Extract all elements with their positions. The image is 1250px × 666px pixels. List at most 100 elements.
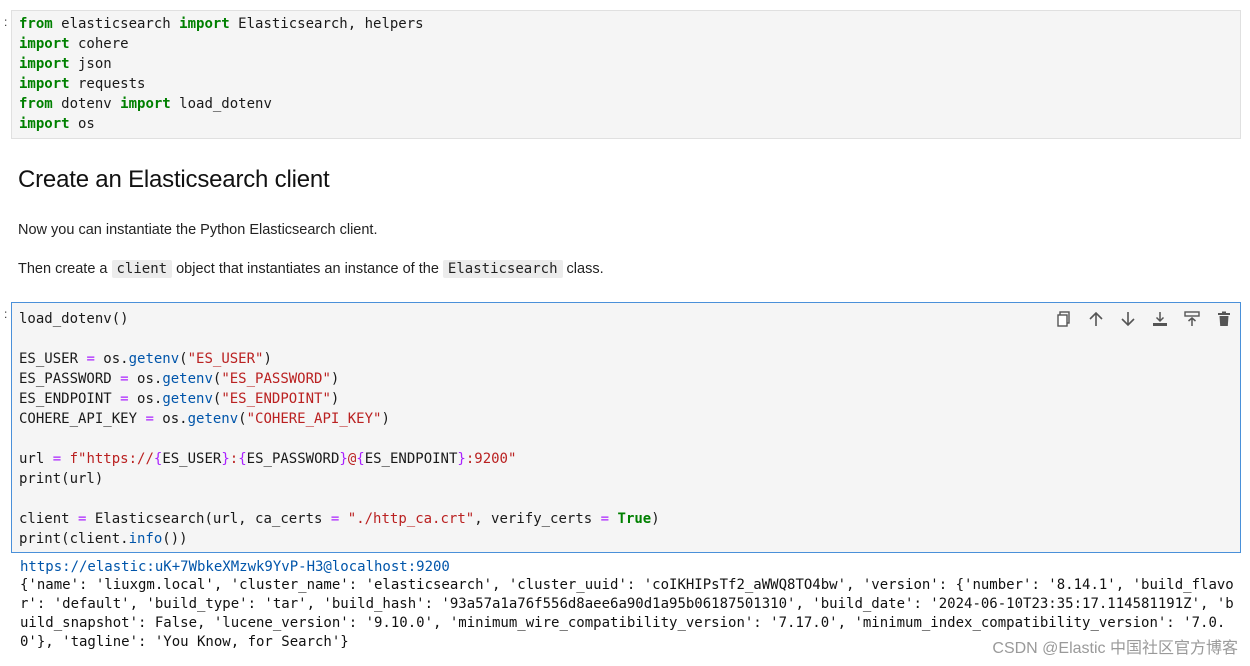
inline-code-client: client	[111, 260, 173, 278]
code-token: getenv	[128, 351, 180, 367]
watermark: CSDN @Elastic 中国社区官方博客	[992, 634, 1238, 658]
code-token: import	[19, 76, 70, 92]
code-token: =	[145, 411, 154, 427]
code-token: =	[120, 391, 129, 407]
code-line: import cohere	[19, 34, 1240, 54]
markdown-heading: Create an Elasticsearch client	[18, 166, 330, 193]
code-token: os	[69, 116, 95, 132]
code-token: print(url)	[19, 471, 104, 487]
code-token: @	[347, 451, 357, 467]
code-cell-imports[interactable]: : from elasticsearch import Elasticsearc…	[4, 10, 1241, 139]
code-token: )	[330, 391, 340, 407]
code-token: ES_USER	[19, 351, 87, 367]
code-line: from elasticsearch import Elasticsearch,…	[19, 14, 1240, 34]
move-down-button[interactable]	[1118, 309, 1138, 329]
code-token: Elasticsearch, helpers	[229, 16, 424, 32]
code-token: "ES_ENDPOINT"	[221, 391, 331, 407]
code-line: ES_USER = os.getenv("ES_USER")	[19, 349, 1240, 369]
code-token: Elasticsearch(url, ca_certs	[86, 511, 331, 527]
code-token: (	[179, 351, 188, 367]
copy-icon	[1057, 311, 1070, 327]
code-line: client = Elasticsearch(url, ca_certs = "…	[19, 509, 1240, 529]
code-token: :9200"	[465, 451, 517, 467]
code-token: =	[600, 511, 610, 527]
code-token: url	[19, 451, 53, 467]
code-token: getenv	[187, 411, 239, 427]
code-line: ES_ENDPOINT = os.getenv("ES_ENDPOINT")	[19, 389, 1240, 409]
code-token: ES_USER	[162, 451, 222, 467]
move-up-button[interactable]	[1086, 309, 1106, 329]
inline-code-elasticsearch: Elasticsearch	[442, 260, 563, 278]
code-token: f"https://	[69, 451, 154, 467]
code-token: }	[339, 451, 348, 467]
code-token: {	[238, 451, 247, 467]
insert-above-icon	[1184, 311, 1200, 326]
paragraph-text: class.	[562, 261, 604, 277]
code-line: from dotenv import load_dotenv	[19, 94, 1240, 114]
paragraph-text: object that instantiates an instance of …	[172, 261, 443, 277]
code-line: import requests	[19, 74, 1240, 94]
code-token: os.	[153, 411, 188, 427]
code-line: print(url)	[19, 469, 1240, 489]
code-token: client	[19, 511, 79, 527]
insert-above-button[interactable]	[1182, 309, 1202, 329]
code-token: import	[120, 96, 171, 112]
code-token: ES_PASSWORD	[19, 371, 121, 387]
code-token: from	[19, 96, 53, 112]
code-cell-client[interactable]: : load_dotenv() ES_USER = os.getenv("ES_…	[4, 302, 1241, 553]
code-token: , verify_certs	[474, 511, 601, 527]
code-token: json	[69, 56, 112, 72]
code-token: =	[52, 451, 62, 467]
code-token: import	[19, 36, 70, 52]
move-up-icon	[1089, 311, 1103, 326]
code-token: ())	[162, 531, 188, 547]
code-token: load_dotenv	[170, 96, 272, 112]
code-token: os.	[128, 391, 163, 407]
code-token: import	[19, 56, 70, 72]
code-token: import	[19, 116, 70, 132]
move-down-icon	[1121, 312, 1135, 327]
code-token: os.	[94, 351, 129, 367]
code-token: {	[356, 451, 365, 467]
code-line: url = f"https://{ES_USER}:{ES_PASSWORD}@…	[19, 449, 1240, 469]
code-token: =	[120, 371, 129, 387]
code-token: )	[651, 511, 660, 527]
code-token: ES_ENDPOINT	[364, 451, 458, 467]
code-token: )	[263, 351, 272, 367]
code-token: "ES_USER"	[187, 351, 264, 367]
insert-below-button[interactable]	[1150, 309, 1170, 329]
code-token: :	[229, 451, 239, 467]
code-token: )	[330, 371, 340, 387]
code-editor[interactable]: load_dotenv() ES_USER = os.getenv("ES_US…	[12, 303, 1240, 549]
code-token: "./http_ca.crt"	[347, 511, 475, 527]
cell-toolbar	[1054, 309, 1234, 329]
code-token: load_dotenv()	[19, 311, 129, 327]
delete-cell-button[interactable]	[1214, 309, 1234, 329]
copy-cell-button[interactable]	[1054, 309, 1074, 329]
cell-marker: :	[4, 15, 8, 29]
code-token: )	[381, 411, 390, 427]
code-line: import os	[19, 114, 1240, 134]
code-token: ES_PASSWORD	[246, 451, 340, 467]
code-token: print(client.	[19, 531, 129, 547]
code-line: COHERE_API_KEY = os.getenv("COHERE_API_K…	[19, 409, 1240, 429]
insert-below-icon	[1153, 312, 1167, 326]
code-token: cohere	[69, 36, 129, 52]
code-token: True	[617, 511, 652, 527]
paragraph-text: Then create a	[18, 261, 112, 277]
code-token: }	[457, 451, 466, 467]
cell-marker: :	[4, 307, 8, 321]
code-token: "COHERE_API_KEY"	[246, 411, 382, 427]
code-token: =	[86, 351, 95, 367]
code-token: dotenv	[52, 96, 121, 112]
output-url: https://elastic:uK+7WbkeXMzwk9YvP-H3@loc…	[20, 559, 450, 575]
code-line: print(client.info())	[19, 529, 1240, 549]
code-token: "ES_PASSWORD"	[221, 371, 331, 387]
code-line: ES_PASSWORD = os.getenv("ES_PASSWORD")	[19, 369, 1240, 389]
code-editor[interactable]: from elasticsearch import Elasticsearch,…	[12, 11, 1240, 134]
